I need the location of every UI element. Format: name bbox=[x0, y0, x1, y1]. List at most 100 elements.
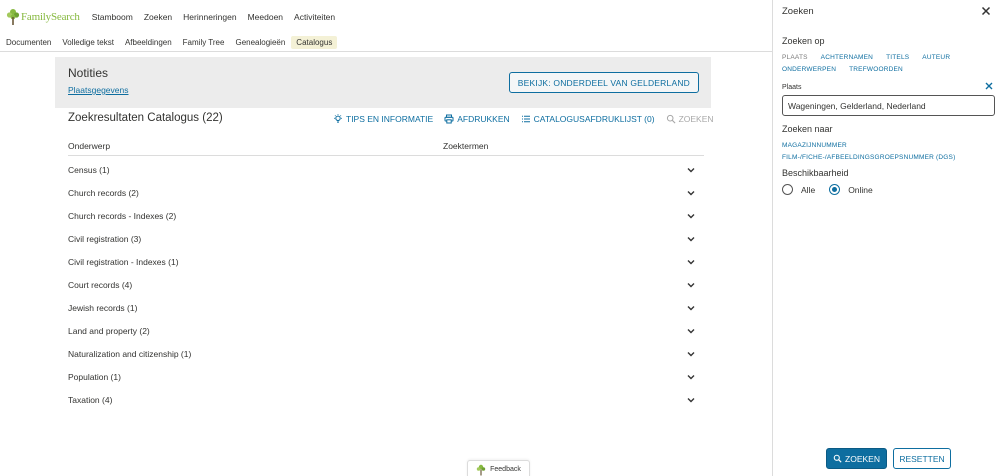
option-author[interactable]: AUTEUR bbox=[922, 54, 950, 61]
familysearch-logo[interactable]: FamilySearch bbox=[6, 8, 80, 26]
chevron-down-icon[interactable] bbox=[686, 257, 696, 267]
table-row[interactable]: Church records - Indexes (2) bbox=[68, 204, 704, 227]
chevron-down-icon[interactable] bbox=[686, 303, 696, 313]
results-tools: TIPS EN INFORMATIE AFDRUKKEN CATALOGUSAF… bbox=[333, 114, 714, 124]
search-results-label: ZOEKEN bbox=[678, 114, 714, 124]
main-nav: Stamboom Zoeken Herinneringen Meedoen Ac… bbox=[92, 12, 346, 22]
results-list: Census (1) Church records (2) Church rec… bbox=[68, 158, 704, 411]
list-icon bbox=[521, 115, 530, 123]
nav-item-herinneringen[interactable]: Herinneringen bbox=[183, 12, 236, 22]
nav-item-activiteiten[interactable]: Activiteiten bbox=[294, 12, 335, 22]
chevron-down-icon[interactable] bbox=[686, 211, 696, 221]
subnav-genealogieen[interactable]: Genealogieën bbox=[230, 36, 290, 49]
row-label: Church records (2) bbox=[68, 187, 139, 198]
tree-logo-icon bbox=[476, 464, 486, 475]
chevron-down-icon[interactable] bbox=[686, 234, 696, 244]
feedback-tab[interactable]: Feedback bbox=[467, 460, 530, 476]
table-row[interactable]: Taxation (4) bbox=[68, 388, 704, 411]
chevron-down-icon[interactable] bbox=[686, 372, 696, 382]
option-titles[interactable]: TITELS bbox=[886, 54, 909, 61]
row-label: Land and property (2) bbox=[68, 325, 150, 336]
table-row[interactable]: Church records (2) bbox=[68, 181, 704, 204]
chevron-down-icon[interactable] bbox=[686, 188, 696, 198]
panel-title: Zoeken bbox=[782, 6, 814, 17]
row-label: Taxation (4) bbox=[68, 394, 113, 405]
row-label: Civil registration - Indexes (1) bbox=[68, 256, 179, 267]
chevron-down-icon[interactable] bbox=[686, 326, 696, 336]
search-icon bbox=[666, 114, 676, 124]
table-row[interactable]: Land and property (2) bbox=[68, 319, 704, 342]
chevron-down-icon[interactable] bbox=[686, 165, 696, 175]
table-row[interactable]: Civil registration (3) bbox=[68, 227, 704, 250]
chevron-down-icon[interactable] bbox=[686, 280, 696, 290]
print-list-button[interactable]: CATALOGUSAFDRUKLIJST (0) bbox=[521, 114, 655, 124]
subnav-family-tree[interactable]: Family Tree bbox=[178, 36, 230, 49]
radio-all-label: Alle bbox=[801, 184, 816, 195]
radio-all-circle[interactable] bbox=[782, 184, 793, 195]
row-label: Civil registration (3) bbox=[68, 233, 142, 244]
place-details-link[interactable]: Plaatsgegevens bbox=[68, 85, 129, 95]
print-button[interactable]: AFDRUKKEN bbox=[444, 114, 510, 124]
option-film-number[interactable]: FILM-/FICHE-/AFBEELDINGSGROEPSNUMMER (DG… bbox=[782, 154, 955, 161]
search-results-button[interactable]: ZOEKEN bbox=[666, 114, 714, 124]
radio-all[interactable]: Alle bbox=[782, 184, 815, 195]
row-label: Naturalization and citizenship (1) bbox=[68, 348, 192, 359]
place-input[interactable]: Wageningen, Gelderland, Nederland bbox=[782, 95, 995, 116]
feedback-label: Feedback bbox=[490, 466, 521, 473]
search-icon bbox=[833, 454, 842, 463]
subnav-volledige-tekst[interactable]: Volledige tekst bbox=[57, 36, 119, 49]
radio-online-circle[interactable] bbox=[829, 184, 841, 195]
view-part-of-button[interactable]: BEKIJK: ONDERDEEL VAN GELDERLAND bbox=[508, 72, 699, 93]
clear-field-icon[interactable] bbox=[985, 82, 993, 90]
tree-logo-icon bbox=[6, 9, 20, 25]
subnav-catalogus[interactable]: Catalogus bbox=[291, 36, 338, 49]
option-subjects[interactable]: ONDERWERPEN bbox=[782, 66, 836, 73]
row-label: Jewish records (1) bbox=[68, 302, 138, 313]
search-on-options-row2: ONDERWERPEN TREFWOORDEN bbox=[782, 66, 903, 73]
notes-panel: Notities Plaatsgegevens BEKIJK: ONDERDEE… bbox=[55, 57, 711, 108]
option-keywords[interactable]: TREFWOORDEN bbox=[849, 66, 903, 73]
row-label: Census (1) bbox=[68, 164, 110, 175]
search-button-label: ZOEKEN bbox=[845, 453, 880, 464]
notes-title: Notities bbox=[68, 66, 109, 80]
tips-label: TIPS EN INFORMATIE bbox=[346, 114, 434, 124]
radio-online[interactable]: Online bbox=[829, 184, 873, 195]
search-button[interactable]: ZOEKEN bbox=[826, 448, 887, 469]
table-row[interactable]: Naturalization and citizenship (1) bbox=[68, 342, 704, 365]
close-icon[interactable] bbox=[981, 6, 991, 16]
subnav-documenten[interactable]: Documenten bbox=[1, 36, 56, 49]
place-field-label: Plaats bbox=[782, 84, 802, 91]
option-place[interactable]: PLAATS bbox=[782, 54, 808, 61]
reset-button[interactable]: RESETTEN bbox=[893, 448, 951, 469]
nav-item-stamboom[interactable]: Stamboom bbox=[92, 12, 133, 22]
nav-item-zoeken[interactable]: Zoeken bbox=[144, 12, 172, 22]
chevron-down-icon[interactable] bbox=[686, 395, 696, 405]
logo-text: FamilySearch bbox=[21, 11, 80, 23]
nav-item-meedoen[interactable]: Meedoen bbox=[248, 12, 283, 22]
column-subject: Onderwerp bbox=[68, 141, 111, 151]
table-row[interactable]: Jewish records (1) bbox=[68, 296, 704, 319]
table-row[interactable]: Court records (4) bbox=[68, 273, 704, 296]
row-label: Court records (4) bbox=[68, 279, 133, 290]
table-row[interactable]: Census (1) bbox=[68, 158, 704, 181]
lightbulb-icon bbox=[334, 114, 342, 123]
column-terms: Zoektermen bbox=[443, 141, 489, 151]
option-call-number[interactable]: MAGAZIJNNUMMER bbox=[782, 142, 847, 149]
sub-nav: Documenten Volledige tekst Afbeeldingen … bbox=[0, 34, 772, 52]
search-for-option-1-row: MAGAZIJNNUMMER bbox=[782, 142, 847, 149]
printer-icon bbox=[444, 114, 454, 124]
table-row[interactable]: Civil registration - Indexes (1) bbox=[68, 250, 704, 273]
results-title: Zoekresultaten Catalogus (22) bbox=[68, 112, 223, 124]
radio-online-label: Online bbox=[848, 184, 873, 195]
subnav-afbeeldingen[interactable]: Afbeeldingen bbox=[120, 36, 177, 49]
table-header: Onderwerp Zoektermen bbox=[68, 141, 704, 156]
search-for-option-2-row: FILM-/FICHE-/AFBEELDINGSGROEPSNUMMER (DG… bbox=[782, 154, 955, 161]
row-label: Church records - Indexes (2) bbox=[68, 210, 177, 221]
search-panel: Zoeken Zoeken op PLAATS ACHTERNAMEN TITE… bbox=[772, 0, 1000, 476]
table-row[interactable]: Population (1) bbox=[68, 365, 704, 388]
chevron-down-icon[interactable] bbox=[686, 349, 696, 359]
option-surnames[interactable]: ACHTERNAMEN bbox=[821, 54, 873, 61]
availability-radios: Alle Online bbox=[782, 184, 887, 195]
tips-button[interactable]: TIPS EN INFORMATIE bbox=[333, 114, 433, 124]
row-label: Population (1) bbox=[68, 371, 121, 382]
